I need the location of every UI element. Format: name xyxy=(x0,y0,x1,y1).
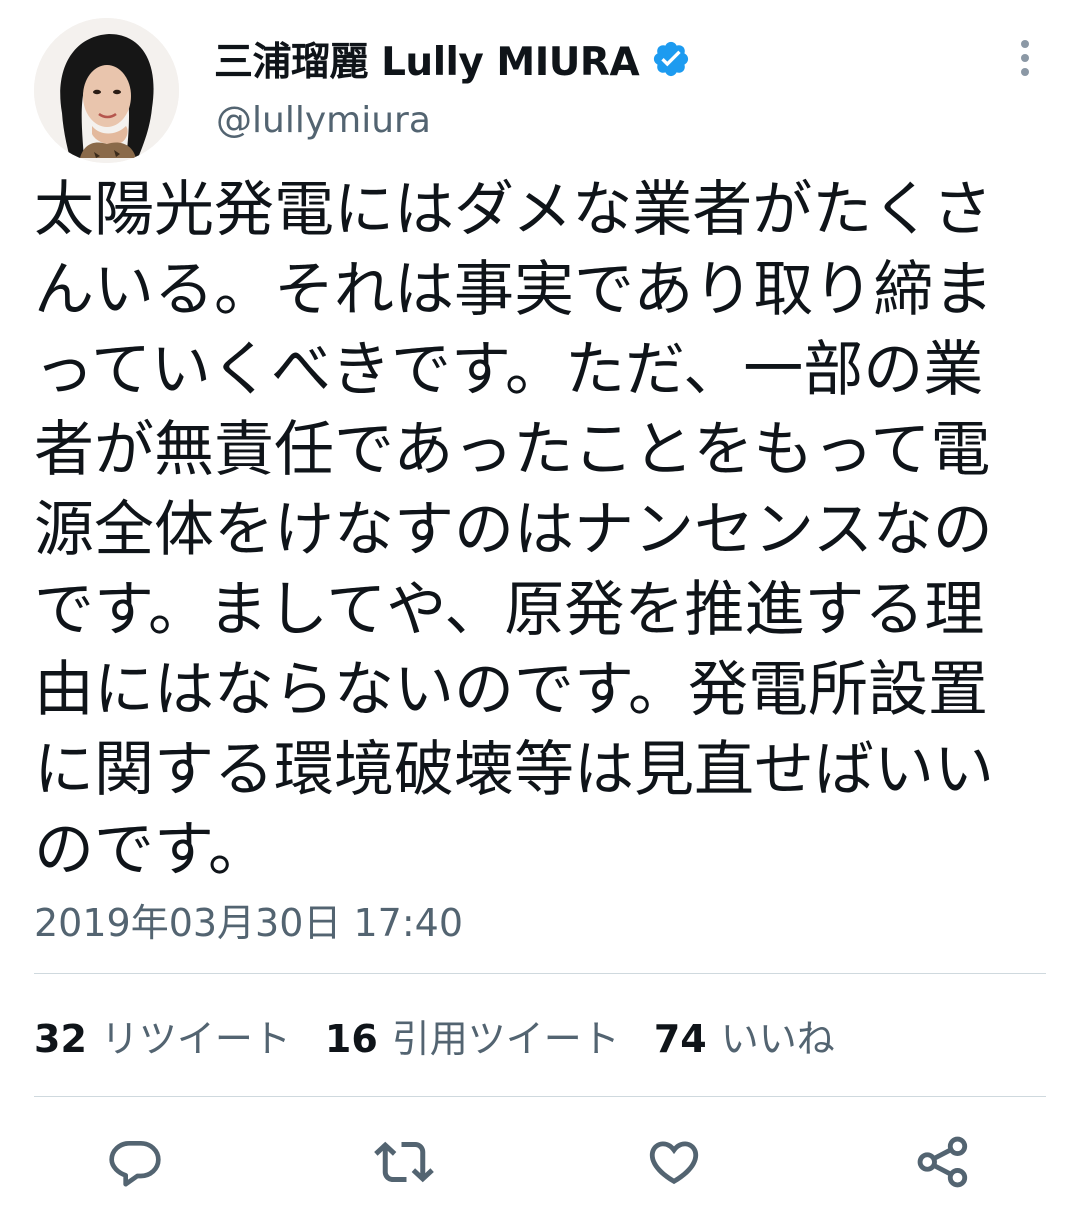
likes-label: いいね xyxy=(720,1016,835,1061)
likes-count: 74 xyxy=(653,1016,707,1061)
engagement-stats: 32 リツイート 16 引用ツイート 74 いいね xyxy=(34,1008,869,1063)
like-button[interactable] xyxy=(642,1130,706,1194)
tweet-text: 太陽光発電にはダメな業者がたくさんいる。それは事実であり取り締まっていくべきです… xyxy=(34,175,994,885)
avatar-image xyxy=(34,18,179,163)
retweet-icon xyxy=(374,1132,434,1192)
like-icon xyxy=(645,1133,703,1191)
share-button[interactable] xyxy=(911,1130,975,1194)
reply-icon xyxy=(107,1134,163,1190)
verified-badge-icon xyxy=(651,39,691,79)
avatar[interactable] xyxy=(34,18,179,163)
quote-tweets-count: 16 xyxy=(324,1016,378,1061)
reply-button[interactable] xyxy=(103,1130,167,1194)
author-row: 三浦瑠麗 Lully MIURA xyxy=(214,36,691,85)
tweet: 三浦瑠麗 Lully MIURA @lullymiura 太陽光発電にはダメな業… xyxy=(0,0,1080,1213)
display-name[interactable]: 三浦瑠麗 Lully MIURA xyxy=(214,31,640,87)
quote-tweets-stat[interactable]: 16 引用ツイート xyxy=(325,1008,620,1063)
retweets-stat[interactable]: 32 リツイート xyxy=(34,1008,291,1063)
share-icon xyxy=(914,1133,972,1191)
tweet-timestamp[interactable]: 2019年03月30日 17:40 xyxy=(34,892,463,947)
retweets-count: 32 xyxy=(34,1016,87,1061)
more-options-icon[interactable] xyxy=(1008,36,1042,80)
retweets-label: リツイート xyxy=(100,1016,291,1061)
retweet-button[interactable] xyxy=(372,1130,436,1194)
divider xyxy=(34,973,1046,974)
divider xyxy=(34,1096,1046,1097)
quote-tweets-label: 引用ツイート xyxy=(391,1016,620,1061)
user-handle[interactable]: @lullymiura xyxy=(216,100,431,141)
likes-stat[interactable]: 74 いいね xyxy=(654,1008,835,1063)
action-bar xyxy=(0,1130,1080,1194)
